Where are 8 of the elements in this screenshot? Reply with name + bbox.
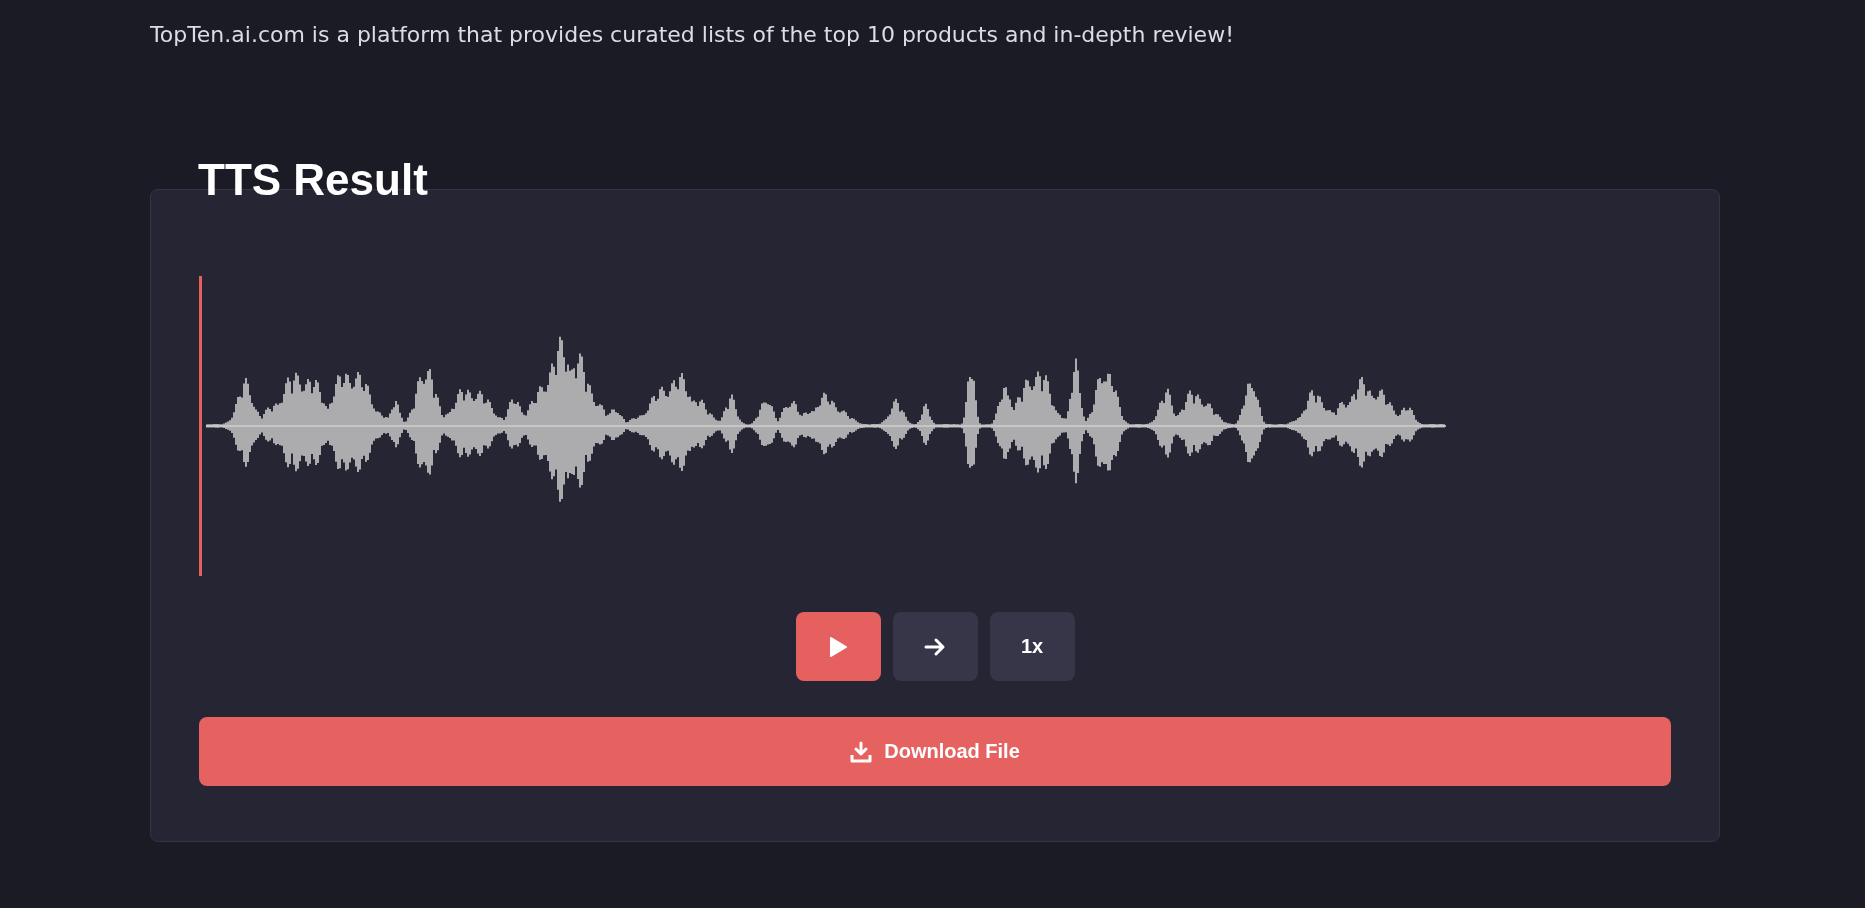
forward-button[interactable] (892, 612, 978, 681)
play-icon (828, 635, 848, 658)
download-icon (850, 740, 873, 763)
tagline-text: TopTen.ai.com is a platform that provides curated lists of the top 10 products and in-depth review! (150, 22, 1235, 47)
arrow-right-icon (924, 636, 946, 657)
play-button[interactable] (795, 612, 881, 681)
card-title: TTS Result (198, 155, 428, 205)
speed-button[interactable]: 1x (989, 612, 1075, 681)
